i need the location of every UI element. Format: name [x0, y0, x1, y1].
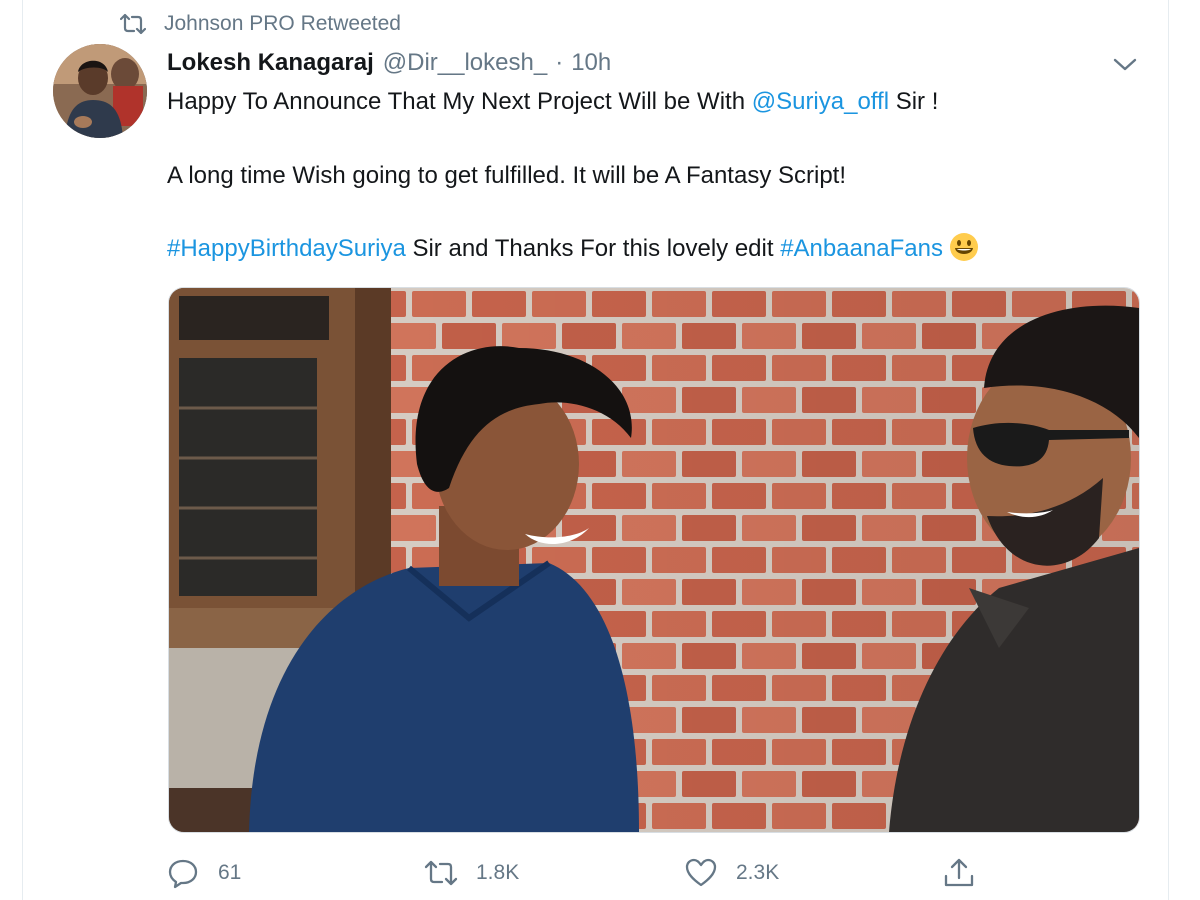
tweet-timestamp[interactable]: 10h	[571, 49, 611, 77]
author-name[interactable]: Lokesh Kanagaraj	[167, 49, 374, 77]
tweet-text-line-1: Happy To Announce That My Next Project W…	[167, 88, 938, 116]
tweet-actions: 61 1.8K 2.3K	[0, 848, 1200, 898]
tweet-text-line-3: #HappyBirthdaySuriya Sir and Thanks For …	[167, 232, 979, 263]
retweet-count: 1.8K	[476, 861, 520, 884]
reply-icon	[168, 859, 198, 889]
like-icon	[685, 858, 717, 887]
reply-count: 61	[218, 861, 242, 884]
retweet-context-label: Johnson PRO Retweeted	[164, 12, 401, 35]
mention-link[interactable]: @Suriya_offl	[752, 88, 889, 115]
share-button[interactable]	[942, 848, 994, 898]
retweet-button[interactable]: 1.8K	[424, 848, 519, 898]
retweet-icon	[424, 860, 458, 886]
author-handle[interactable]: @Dir__lokesh_	[383, 49, 547, 77]
header-separator: ·	[555, 49, 564, 76]
avatar[interactable]	[53, 44, 147, 138]
tweet-text-line-2: A long time Wish going to get fulfilled.…	[167, 162, 846, 190]
tweet-text: Happy To Announce That My Next Project W…	[167, 88, 752, 115]
tweet-text: A long time Wish going to get fulfilled.…	[167, 162, 846, 189]
chevron-down-icon[interactable]	[1110, 50, 1140, 78]
reply-button[interactable]: 61	[166, 848, 241, 898]
like-button[interactable]: 2.3K	[684, 848, 779, 898]
hashtag-link[interactable]: #HappyBirthdaySuriya	[167, 235, 406, 262]
share-icon	[944, 858, 974, 887]
grinning-face-emoji-icon	[949, 233, 978, 261]
tweet-text: Sir !	[889, 88, 939, 115]
tweet-header: Lokesh Kanagaraj @Dir__lokesh_ · 10h	[167, 45, 611, 81]
tweet-text: Sir and Thanks For this lovely edit	[405, 235, 781, 262]
like-count: 2.3K	[736, 861, 780, 884]
retweet-icon	[120, 13, 146, 35]
tweet[interactable]: Johnson PRO Retweeted Lokesh Kanagaraj @…	[0, 0, 1200, 900]
hashtag-link[interactable]: #AnbaanaFans	[780, 235, 943, 262]
retweet-context[interactable]: Johnson PRO Retweeted	[120, 9, 401, 39]
tweet-photo[interactable]	[168, 287, 1140, 833]
